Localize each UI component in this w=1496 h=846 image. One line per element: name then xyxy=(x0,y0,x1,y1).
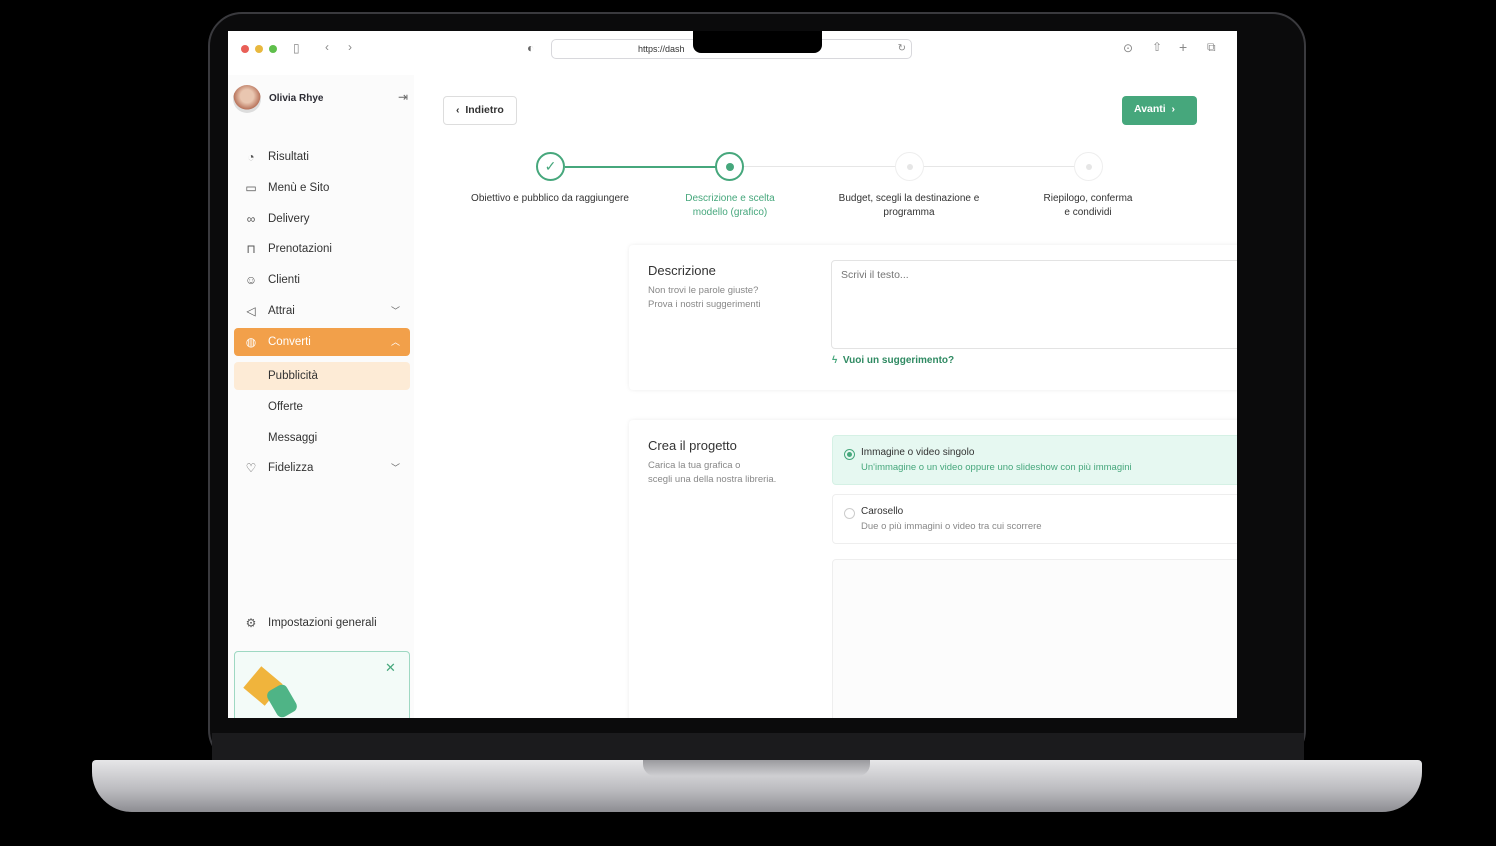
description-textarea[interactable] xyxy=(831,260,1237,349)
description-card: Descrizione Non trovi le parole giuste? … xyxy=(629,245,1237,390)
step-connector-done xyxy=(565,166,730,168)
bicycle-icon: ∞ xyxy=(246,212,256,226)
description-hint: Non trovi le parole giuste? xyxy=(648,285,759,296)
radio-unselected[interactable] xyxy=(844,508,855,519)
sidebar-toggle-icon[interactable]: ▯ xyxy=(293,41,300,55)
lightbulb-icon: ◍ xyxy=(245,335,257,349)
chevron-down-icon: ﹀ xyxy=(390,306,400,316)
new-tab-icon[interactable]: + xyxy=(1179,39,1187,55)
sidebar-item-settings[interactable]: ⚙ Impostazioni generali xyxy=(234,609,410,637)
chevron-left-icon: ‹ xyxy=(456,104,466,116)
close-window-button[interactable] xyxy=(241,45,249,53)
sidebar-subitem-pubblicita[interactable]: Pubblicità xyxy=(234,362,410,390)
option-title: Immagine o video singolo xyxy=(861,447,975,458)
reload-icon[interactable]: ↻ xyxy=(898,40,906,58)
table-icon: ⊓ xyxy=(246,242,256,256)
project-title: Crea il progetto xyxy=(648,438,737,453)
tabs-overview-icon[interactable]: ⧉ xyxy=(1207,40,1216,55)
chevron-down-icon: ﹀ xyxy=(390,463,400,473)
megaphone-icon: ◁ xyxy=(246,304,256,318)
step-1-label: Obiettivo e pubblico da raggiungere xyxy=(471,193,629,204)
camera-notch xyxy=(693,31,822,53)
screen: ▯ ‹ › ◐ https://dash ↻ ⊙ ⇧ + ⧉ Olivia Rhy… xyxy=(228,31,1237,718)
sidebar-item-label: Impostazioni generali xyxy=(268,617,377,629)
sidebar-item-label: Fidelizza xyxy=(268,462,314,474)
sidebar-item-label: Messaggi xyxy=(268,432,318,444)
sidebar-item-attrai[interactable]: ◁ Attrai ﹀ xyxy=(234,297,410,325)
sidebar-item-fidelizza[interactable]: ♡ Fidelizza ﹀ xyxy=(234,454,410,482)
sidebar-subitem-offerte[interactable]: Offerte xyxy=(234,393,410,421)
sidebar-item-label: Converti xyxy=(268,336,311,348)
laptop-chin xyxy=(212,733,1304,760)
forward-nav-icon[interactable]: › xyxy=(348,40,352,54)
lightning-icon: ϟ xyxy=(832,355,843,366)
sidebar: Olivia Rhye ⇥ ◔ Risultati ▭ Menù e Sito ∞ D… xyxy=(228,75,414,718)
sidebar-item-label: Delivery xyxy=(268,213,310,225)
promo-card: ✕ xyxy=(234,651,410,718)
sidebar-item-label: Attrai xyxy=(268,305,295,317)
radio-selected[interactable] xyxy=(844,449,855,460)
sidebar-item-converti[interactable]: ◍ Converti ︿ xyxy=(234,328,410,356)
back-button[interactable]: ‹ Indietro xyxy=(443,96,517,125)
description-title: Descrizione xyxy=(648,263,716,278)
chevron-right-icon: › xyxy=(1165,103,1176,115)
user-name: Olivia Rhye xyxy=(269,93,324,104)
option-title: Carosello xyxy=(861,506,904,517)
url-text: https://dash xyxy=(638,44,685,54)
download-icon[interactable]: ⊙ xyxy=(1123,41,1133,55)
project-hint-2: scegli una della nostra libreria. xyxy=(648,474,777,485)
maximize-window-button[interactable] xyxy=(269,45,277,53)
avatar[interactable] xyxy=(233,85,261,113)
step-2-current[interactable] xyxy=(715,152,744,181)
suggestion-label: Vuoi un suggerimento? xyxy=(842,355,955,366)
step-3-pending[interactable] xyxy=(895,152,924,181)
step-2-label: Descrizione e scelta modello (grafico) xyxy=(685,193,775,218)
step-1-done-check-icon[interactable]: ✓ xyxy=(536,152,565,181)
sidebar-item-clienti[interactable]: ☺ Clienti xyxy=(234,266,410,294)
chevron-up-icon: ︿ xyxy=(390,337,400,347)
step-3-label: Budget, scegli la destinazione e program… xyxy=(838,193,980,218)
step-4-pending[interactable] xyxy=(1074,152,1103,181)
book-icon: ▭ xyxy=(245,181,257,195)
back-label: Indietro xyxy=(465,104,504,116)
option-single-image[interactable]: Immagine o video singolo Un'immagine o u… xyxy=(832,435,1237,485)
gear-icon: ⚙ xyxy=(245,616,257,630)
back-nav-icon[interactable]: ‹ xyxy=(325,40,329,54)
share-icon[interactable]: ⇧ xyxy=(1152,40,1162,54)
sidebar-item-label: Clienti xyxy=(268,274,300,286)
sidebar-item-label: Pubblicità xyxy=(268,370,318,382)
close-icon[interactable]: ✕ xyxy=(385,660,396,676)
next-button[interactable]: Avanti › xyxy=(1122,96,1197,125)
main-content: ‹ Indietro Avanti › ✓ Obiettivo e pubbli… xyxy=(414,67,1237,718)
sidebar-item-delivery[interactable]: ∞ Delivery xyxy=(234,205,410,233)
laptop-hinge-notch xyxy=(643,760,870,776)
sidebar-item-label: Prenotazioni xyxy=(268,243,332,255)
sidebar-item-label: Risultati xyxy=(268,151,309,163)
sidebar-item-prenotazioni[interactable]: ⊓ Prenotazioni xyxy=(234,235,410,263)
sidebar-item-label: Menù e Sito xyxy=(268,182,330,194)
users-icon: ☺ xyxy=(244,273,258,287)
sidebar-subitem-messaggi[interactable]: Messaggi xyxy=(234,424,410,452)
next-label: Avanti xyxy=(1134,103,1166,115)
sidebar-item-risultati[interactable]: ◔ Risultati xyxy=(234,143,410,171)
project-hint: Carica la tua grafica o xyxy=(648,460,741,471)
logout-icon[interactable]: ⇥ xyxy=(398,90,408,104)
description-hint-2: Prova i nostri suggerimenti xyxy=(648,299,761,310)
option-desc: Un'immagine o un video oppure uno slides… xyxy=(861,462,1132,473)
option-desc: Due o più immagini o video tra cui scorr… xyxy=(861,521,1042,532)
sidebar-item-label: Offerte xyxy=(268,401,303,413)
minimize-window-button[interactable] xyxy=(255,45,263,53)
option-carousel[interactable]: Carosello Due o più immagini o video tra… xyxy=(832,494,1237,544)
preview-area xyxy=(832,559,1237,718)
sidebar-item-menu-sito[interactable]: ▭ Menù e Sito xyxy=(234,174,410,202)
project-card: Crea il progetto Carica la tua grafica o… xyxy=(629,420,1237,718)
loyalty-icon: ♡ xyxy=(245,461,257,475)
step-4-label: Riepilogo, conferma e condividi xyxy=(1043,193,1133,218)
pie-chart-icon: ◔ xyxy=(247,150,255,164)
shield-icon: ◐ xyxy=(527,41,535,55)
suggestion-link[interactable]: ϟ Vuoi un suggerimento? xyxy=(832,355,954,366)
